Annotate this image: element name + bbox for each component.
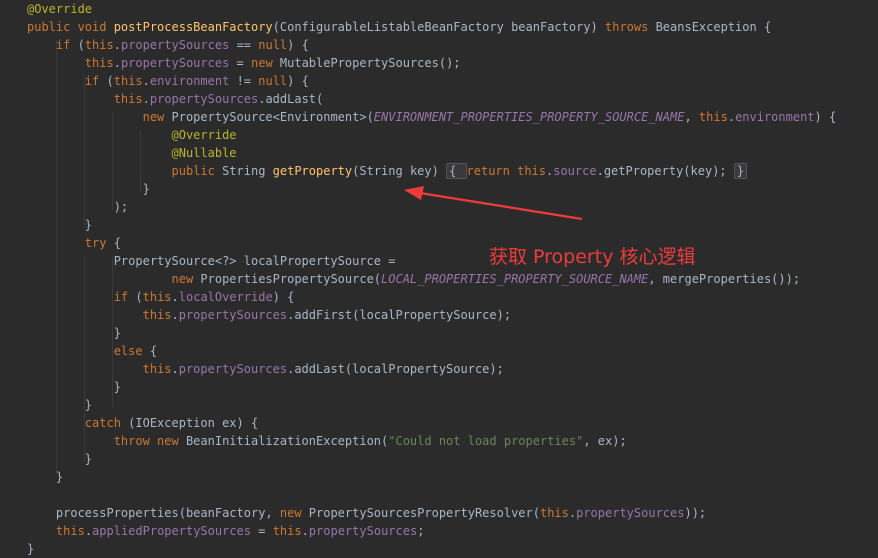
annotation-note: 获取 Property 核心逻辑: [489, 246, 696, 268]
annotation-arrow: [404, 186, 583, 221]
